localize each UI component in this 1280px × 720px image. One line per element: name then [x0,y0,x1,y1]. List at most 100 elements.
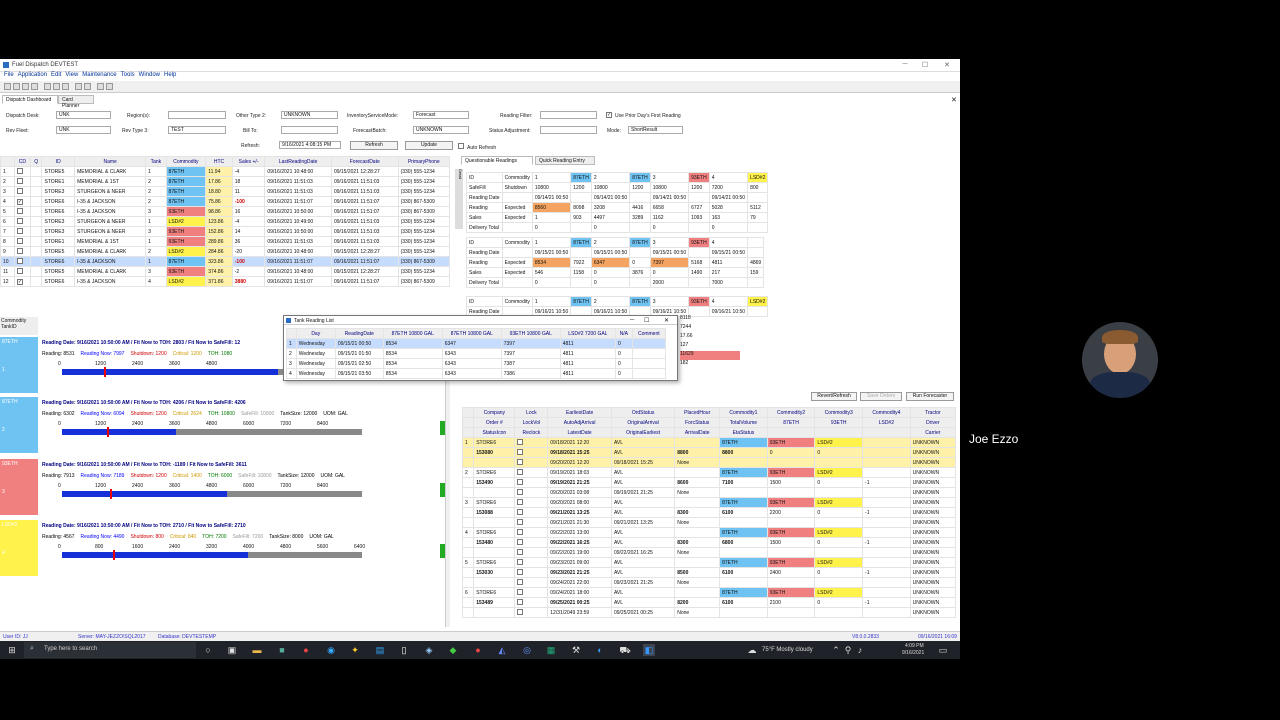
reading-cell[interactable]: 7922 [570,257,592,268]
order-header-cell[interactable]: StatusIcon [473,427,516,438]
table-row[interactable]: 12/31/2049 23:59 09/25/2021 00:25 None UNKN… [461,607,957,618]
tank-grid-header-cell[interactable]: ForecastDate [330,156,399,167]
row-checkbox[interactable] [16,177,23,184]
minimize-icon[interactable]: ─ [895,61,915,68]
reading-cell[interactable]: 163 [708,212,749,223]
cd-cell[interactable] [13,266,31,277]
reading-cell[interactable]: Expected [501,212,533,223]
tank-grid-header-cell[interactable]: CD [13,156,31,167]
table-row[interactable]: 1 STORE6 09/18/2021 12:20 AVL 87ETH 93ETH LSD#… [461,437,957,448]
popup-header-cell[interactable]: ReadingDate [334,328,384,339]
save-icon[interactable] [22,83,29,90]
reading-cell[interactable] [688,222,710,233]
reading-cell[interactable]: 0 [590,222,631,233]
lock-checkbox[interactable] [517,608,524,615]
lock-checkbox[interactable] [517,488,524,495]
paste-icon[interactable] [62,83,69,90]
lock-checkbox[interactable] [517,518,524,525]
popup-comment-cell[interactable] [631,368,667,379]
table-row[interactable]: 1 STORE5 MEMORIAL & CLARK 1 87ETH 11.94 -4 09/1… [0,166,451,177]
reading-cell[interactable]: 09/15/21 00:50 [531,247,572,258]
reading-cell[interactable]: 7200 [708,182,749,193]
table-row[interactable]: 6 STORE6 09/24/2021 18:00 AVL 87ETH 93ETH LSD#… [461,587,957,598]
table-row[interactable]: 153030 09/23/2021 21:25 AVL 8500 6100 2400 0 -1… [461,567,957,578]
reading-cell[interactable] [688,192,710,203]
lock-cell[interactable] [514,587,549,598]
lock-checkbox[interactable] [517,468,524,475]
popup-header-cell[interactable]: Day [295,328,336,339]
reading-cell[interactable]: 5112 [747,202,769,213]
order-header-cell[interactable]: OriginalEarliest [610,427,676,438]
update-button[interactable]: Update [405,141,453,150]
popup-row[interactable]: 4 Wednesday 09/15/21 03:50 8534 6343 7386 4811… [286,368,667,379]
reading-cell[interactable]: 0 [531,222,572,233]
cd-cell[interactable]: ✓ [13,276,31,287]
order-header-cell[interactable]: Reclock [514,427,549,438]
lock-checkbox[interactable] [517,538,524,545]
order-header-cell[interactable]: EarliestDate [547,407,612,418]
table-row[interactable]: 153480 09/22/2021 16:25 AVL 8300 6800 1500 0 -1… [461,537,957,548]
reading-cell[interactable]: 4416 [629,202,651,213]
table-row[interactable]: 3 STORE6 09/20/2021 08:00 AVL 87ETH 93ETH LSD#… [461,497,957,508]
print-icon[interactable] [31,83,38,90]
reading-cell[interactable]: 0 [590,267,631,278]
popup-close-icon[interactable]: ✕ [664,317,669,324]
reading-cell[interactable]: 10800 [531,182,572,193]
reading-cell[interactable]: 0 [590,277,631,288]
reading-cell[interactable] [501,192,533,203]
reading-cell[interactable]: 6727 [688,202,710,213]
popup-header-cell[interactable]: 87ETH 10800 GAL [382,328,443,339]
order-header-cell[interactable] [814,427,864,438]
order-header-cell[interactable]: Commodity3 [814,407,864,418]
reading-cell[interactable]: 1162 [649,212,690,223]
reading-cell[interactable]: 09/14/21 00:50 [708,192,749,203]
lock-cell[interactable] [514,447,549,458]
dispatch-app-icon[interactable]: ◧ [643,644,655,656]
lock-checkbox[interactable] [517,478,524,485]
reading-cell[interactable] [570,192,592,203]
table-row[interactable]: 153088 09/21/2021 13:25 AVL 8300 6100 2200 0 -1… [461,507,957,518]
reading-cell[interactable]: 1158 [570,267,592,278]
lock-cell[interactable] [514,537,549,548]
status-adjustment-select[interactable] [540,126,597,134]
lock-checkbox[interactable] [517,528,524,535]
edge-icon[interactable]: ◉ [325,644,337,656]
reading-filter-select[interactable] [540,111,597,119]
browser-icon[interactable]: ◎ [521,644,533,656]
table-row[interactable]: 7 STORE3 STURGEON & NEER 3 93ETH 152.86 14 09/1… [0,226,451,237]
tank-grid-header-cell[interactable]: Name [74,156,147,167]
order-header-cell[interactable]: 93ETH [814,417,864,428]
lock-checkbox[interactable] [517,498,524,505]
popup-row[interactable]: 1 Wednesday 09/15/21 00:50 8534 6347 7397 4811… [286,338,667,349]
order-header-cell[interactable]: EtaStatus [719,427,768,438]
reading-cell[interactable] [570,277,592,288]
popup-row[interactable]: 3 Wednesday 09/15/21 02:50 8534 6343 7387 4811… [286,358,667,369]
tank-grid-header-cell[interactable]: PrimaryPhone [397,156,451,167]
dispatch-desk-select[interactable]: UNK [56,111,111,119]
row-checkbox[interactable] [16,217,23,224]
reading-cell[interactable]: 546 [531,267,572,278]
order-header-cell[interactable]: LatestDate [547,427,612,438]
volume-icon[interactable]: ♪ [854,644,866,656]
truck-app-icon[interactable]: ⛟ [619,644,631,656]
order-header-cell[interactable]: Order # [473,417,516,428]
menu-item-window[interactable]: Window [139,72,160,78]
row-checkbox[interactable]: ✓ [16,198,23,205]
reading-cell[interactable]: 0 [649,267,690,278]
order-header-cell[interactable]: Commodity1 [719,407,768,418]
order-header-cell[interactable]: OriginalArrival [610,417,676,428]
lock-checkbox[interactable] [517,548,524,555]
cd-cell[interactable] [13,256,31,267]
close-icon[interactable]: ✕ [937,61,957,69]
rev-type-select[interactable]: TEST [168,126,226,134]
table-row[interactable]: 9 STORE5 MEMORIAL & CLARK 2 LSD#2 284.86 -20 09… [0,246,451,257]
lock-checkbox[interactable] [517,508,524,515]
notepad-icon[interactable]: ▯ [398,644,410,656]
table-row[interactable]: 8 STORE1 MEMORIAL & 1ST 1 93ETH 289.86 36 09/16… [0,236,451,247]
menu-item-edit[interactable]: Edit [51,72,61,78]
cd-cell[interactable] [13,166,31,177]
reading-cell[interactable]: 3208 [590,202,631,213]
refresh-button[interactable]: Refresh [350,141,398,150]
order-header-cell[interactable]: ArrivalDate [674,427,721,438]
rev-fleet-select[interactable]: UNK [56,126,111,134]
